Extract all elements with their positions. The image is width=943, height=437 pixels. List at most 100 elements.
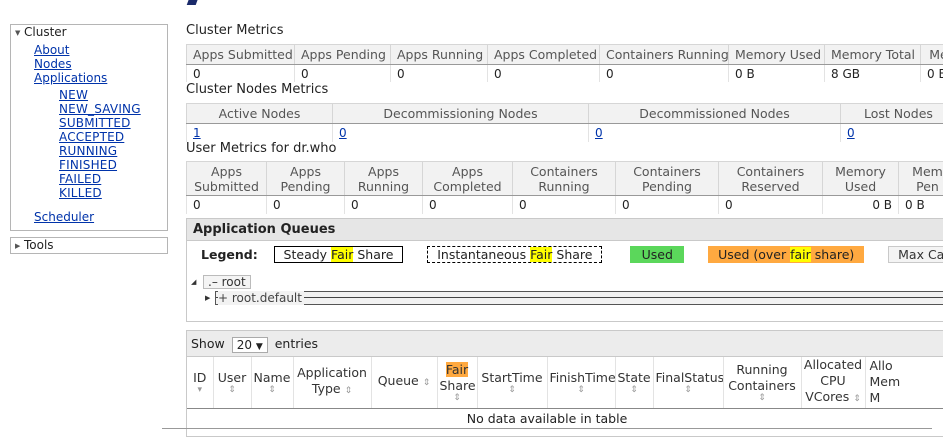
header-user-apps-submitted[interactable]: Apps Submitted — [186, 161, 267, 196]
header-user-memory-used[interactable]: Memory Used — [822, 161, 899, 196]
header-user-memory-pending[interactable]: Mem Pen — [898, 161, 943, 196]
entries-select[interactable]: 20 ▼ — [231, 336, 268, 353]
header-memory-total[interactable]: Memory Total — [824, 44, 921, 65]
cluster-nodes-metrics-table: Active Nodes Decommissioning Nodes Decom… — [186, 103, 943, 142]
column-final-status[interactable]: FinalStatus ⇕ — [653, 357, 724, 409]
app-state-new[interactable]: NEW — [59, 88, 167, 102]
queue-node-default[interactable]: ▶ + root.default — [191, 290, 943, 306]
expanded-arrow-icon[interactable]: ◢ — [191, 274, 196, 290]
column-label: Application — [297, 365, 367, 381]
tools-section-title: Tools — [24, 238, 54, 252]
column-label: Containers — [728, 377, 796, 393]
header-line: Apps — [290, 163, 321, 179]
app-state-failed[interactable]: FAILED — [59, 172, 167, 186]
header-user-containers-running[interactable]: Containers Running — [512, 161, 616, 196]
app-state-running[interactable]: RUNNING — [59, 144, 167, 158]
header-user-containers-reserved[interactable]: Containers Reserved — [718, 161, 823, 196]
column-label: Queue — [377, 373, 419, 389]
queue-root-label[interactable]: .– root — [203, 275, 251, 289]
header-user-containers-pending[interactable]: Containers Pending — [615, 161, 719, 196]
header-user-apps-completed[interactable]: Apps Completed — [422, 161, 513, 196]
header-decommissioning-nodes[interactable]: Decommissioning Nodes — [332, 103, 589, 124]
column-application-type[interactable]: Application Type ⇕ — [293, 357, 372, 409]
link-decommissioned-nodes[interactable]: 0 — [595, 126, 603, 140]
value-user-apps-pending: 0 — [266, 195, 345, 214]
queue-node-root[interactable]: ◢ .– root — [191, 274, 943, 290]
queue-default-bar[interactable]: + root.default — [215, 291, 943, 305]
app-state-new-saving[interactable]: NEW_SAVING — [59, 102, 167, 116]
tools-section-header[interactable]: ▶ Tools — [11, 238, 167, 253]
column-name[interactable]: Name ⇕ — [251, 357, 294, 409]
legend-text: share) — [810, 247, 855, 262]
expanded-triangle-icon: ▼ — [15, 29, 21, 37]
sidebar-link-applications[interactable]: Applications — [34, 71, 167, 85]
table-length-control: Show 20 ▼ entries — [187, 331, 943, 357]
legend-instantaneous-fair-share: Instantaneous Fair Share — [427, 246, 603, 263]
header-line: Used — [844, 178, 877, 194]
column-label: ID — [193, 369, 207, 385]
app-state-accepted[interactable]: ACCEPTED — [59, 130, 167, 144]
application-queues-title: Application Queues — [187, 219, 943, 241]
value-memory-truncated: 0 B — [920, 64, 943, 82]
column-label: Type — [311, 381, 341, 397]
column-start-time[interactable]: StartTime ⇕ — [477, 357, 548, 409]
header-line: Containers — [736, 163, 805, 179]
column-id[interactable]: ID ▾ — [187, 357, 214, 409]
column-label: FinishTime — [549, 369, 615, 385]
column-user[interactable]: User ⇕ — [213, 357, 252, 409]
value-user-containers-running: 0 — [512, 195, 616, 214]
app-state-killed[interactable]: KILLED — [59, 186, 167, 200]
header-lost-nodes[interactable]: Lost Nodes — [840, 103, 943, 124]
cluster-metrics-table: Apps Submitted Apps Pending Apps Running… — [186, 44, 943, 82]
value-user-memory-pending: 0 B — [898, 195, 943, 214]
sidebar-link-scheduler[interactable]: Scheduler — [34, 210, 167, 224]
sort-icon: ⇕ — [453, 392, 461, 403]
value-apps-submitted: 0 — [186, 64, 295, 82]
header-apps-pending[interactable]: Apps Pending — [294, 44, 391, 65]
column-label: Allo — [869, 358, 893, 374]
legend-highlight: fair — [790, 247, 811, 262]
app-state-submitted[interactable]: SUBMITTED — [59, 116, 167, 130]
sort-icon: ⇕ — [758, 392, 766, 403]
link-active-nodes[interactable]: 1 — [193, 126, 201, 140]
column-running-containers[interactable]: Running Containers ⇕ — [723, 357, 802, 409]
sidebar: ▼ Cluster About Nodes Applications NEW NE… — [10, 24, 168, 254]
link-decommissioning-nodes[interactable]: 0 — [339, 126, 347, 140]
column-queue[interactable]: Queue ⇕ — [371, 357, 438, 409]
link-lost-nodes[interactable]: 0 — [847, 126, 855, 140]
legend-max-capacity: Max Cap — [888, 246, 943, 263]
column-label: Running — [736, 361, 788, 377]
collapsed-arrow-icon[interactable]: ▶ — [205, 290, 210, 306]
legend-text: Steady — [283, 247, 332, 262]
header-decommissioned-nodes[interactable]: Decommissioned Nodes — [588, 103, 841, 124]
header-user-apps-pending[interactable]: Apps Pending — [266, 161, 345, 196]
app-state-finished[interactable]: FINISHED — [59, 158, 167, 172]
applications-table: ID ▾ User ⇕ Name ⇕ Application Type ⇕ Queue … — [187, 357, 943, 409]
header-line: Apps — [211, 163, 242, 179]
cluster-section-header[interactable]: ▼ Cluster — [11, 25, 167, 40]
column-label: CPU — [820, 373, 846, 389]
header-line: Pending — [280, 178, 331, 194]
header-apps-submitted[interactable]: Apps Submitted — [186, 44, 295, 65]
column-label: StartTime — [481, 369, 543, 385]
header-user-apps-running[interactable]: Apps Running — [344, 161, 423, 196]
queue-default-label: + root.default — [218, 291, 304, 305]
column-fair-share[interactable]: Fair Share ⇕ — [437, 357, 478, 409]
column-state[interactable]: State ⇕ — [615, 357, 654, 409]
column-allocated-cpu-vcores[interactable]: Allocated CPU VCores ⇕ — [801, 357, 866, 409]
header-apps-running[interactable]: Apps Running — [390, 44, 488, 65]
header-line: Containers — [530, 163, 598, 179]
sidebar-link-about[interactable]: About — [34, 43, 167, 57]
header-active-nodes[interactable]: Active Nodes — [186, 103, 333, 124]
sidebar-link-nodes[interactable]: Nodes — [34, 57, 167, 71]
header-memory-truncated[interactable]: Me — [920, 44, 943, 65]
header-apps-completed[interactable]: Apps Completed — [487, 44, 600, 65]
entries-select-value: 20 — [236, 337, 252, 352]
header-containers-running[interactable]: Containers Running — [599, 44, 729, 65]
column-allocated-memory[interactable]: Allo Mem M — [865, 357, 943, 409]
applications-panel: Show 20 ▼ entries ID ▾ User ⇕ Name ⇕ Applic… — [162, 330, 943, 437]
sort-icon: ▾ — [197, 384, 203, 395]
sort-icon: ⇕ — [853, 394, 861, 405]
header-memory-used[interactable]: Memory Used — [728, 44, 825, 65]
column-finish-time[interactable]: FinishTime ⇕ — [547, 357, 616, 409]
